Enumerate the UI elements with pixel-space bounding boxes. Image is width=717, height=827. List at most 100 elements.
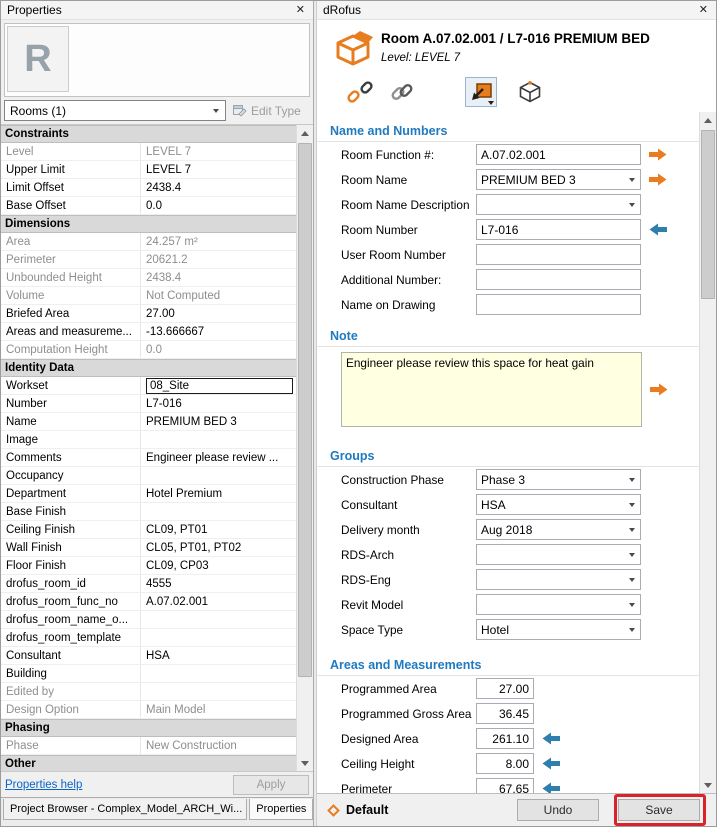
section-header-phasing[interactable]: Phasing xyxy=(1,719,296,737)
field-label: Programmed Gross Area xyxy=(341,707,476,721)
field-row-user-room-number: User Room Number xyxy=(317,242,699,267)
property-value-limit-offset[interactable]: 2438.4 xyxy=(141,179,296,196)
property-value-wall-finish[interactable]: CL05, PT01, PT02 xyxy=(141,539,296,556)
property-value-name[interactable]: PREMIUM BED 3 xyxy=(141,413,296,430)
link-icon[interactable] xyxy=(389,79,415,105)
note-textarea[interactable]: Engineer please review this space for he… xyxy=(341,352,642,427)
property-label: Base Offset xyxy=(1,197,141,214)
property-label: Areas and measureme... xyxy=(1,323,141,340)
property-value-base-offset[interactable]: 0.0 xyxy=(141,197,296,214)
scroll-thumb[interactable] xyxy=(298,143,312,677)
field-additional-number-input[interactable] xyxy=(476,269,641,290)
workset-edit-field[interactable]: 08_Site xyxy=(146,378,293,394)
property-value-occupancy[interactable] xyxy=(141,467,296,484)
property-value-comments[interactable]: Engineer please review ... xyxy=(141,449,296,466)
properties-scrollbar[interactable] xyxy=(296,125,313,771)
property-value-areas-and-measureme[interactable]: -13.666667 xyxy=(141,323,296,340)
undo-button[interactable]: Undo xyxy=(517,799,599,821)
property-value-drofus-room-func-no[interactable]: A.07.02.001 xyxy=(141,593,296,610)
scroll-track[interactable] xyxy=(700,128,716,777)
field-designed-area-input[interactable]: 261.10 xyxy=(476,728,534,749)
field-revit-model-select[interactable] xyxy=(476,594,641,615)
drofus-scrollbar[interactable] xyxy=(699,112,716,793)
close-icon[interactable]: ✕ xyxy=(697,4,710,17)
field-room-name-description-select[interactable] xyxy=(476,194,641,215)
properties-help-link[interactable]: Properties help xyxy=(5,779,82,791)
property-value-upper-limit[interactable]: LEVEL 7 xyxy=(141,161,296,178)
scroll-down-icon[interactable] xyxy=(700,777,716,793)
tab-project-browser-complex-model-arch-wi[interactable]: Project Browser - Complex_Model_ARCH_Wi.… xyxy=(3,799,247,820)
property-value-workset[interactable]: 08_Site xyxy=(141,377,296,394)
property-value-drofus-room-name-o[interactable] xyxy=(141,611,296,628)
field-construction-phase-select[interactable]: Phase 3 xyxy=(476,469,641,490)
orange-right-arrow-icon[interactable] xyxy=(650,383,668,396)
field-label: Space Type xyxy=(341,623,476,637)
scroll-up-icon[interactable] xyxy=(297,125,313,141)
field-value: Aug 2018 xyxy=(481,523,532,537)
property-value-consultant[interactable]: HSA xyxy=(141,647,296,664)
field-value: 36.45 xyxy=(499,707,529,721)
property-value-base-finish[interactable] xyxy=(141,503,296,520)
close-icon[interactable]: ✕ xyxy=(294,4,307,17)
field-value: PREMIUM BED 3 xyxy=(481,173,576,187)
scroll-thumb[interactable] xyxy=(701,130,715,299)
field-delivery-month-select[interactable]: Aug 2018 xyxy=(476,519,641,540)
scroll-track[interactable] xyxy=(297,141,313,755)
property-value-number[interactable]: L7-016 xyxy=(141,395,296,412)
field-label: Perimeter xyxy=(341,782,476,794)
edit-type-button[interactable]: Edit Type xyxy=(231,100,310,121)
field-user-room-number-input[interactable] xyxy=(476,244,641,265)
field-consultant-select[interactable]: HSA xyxy=(476,494,641,515)
field-name-on-drawing-input[interactable] xyxy=(476,294,641,315)
push-room-data-button[interactable] xyxy=(465,77,497,107)
scroll-up-icon[interactable] xyxy=(700,112,716,128)
drofus-panel-title: dRofus xyxy=(323,3,697,17)
field-rds-arch-select[interactable] xyxy=(476,544,641,565)
field-room-number-input[interactable]: L7-016 xyxy=(476,219,641,240)
field-label: Ceiling Height xyxy=(341,757,476,771)
property-value-drofus-room-template[interactable] xyxy=(141,629,296,646)
property-label: Ceiling Finish xyxy=(1,521,141,538)
blue-left-arrow-icon[interactable] xyxy=(649,223,667,236)
apply-button[interactable]: Apply xyxy=(233,775,309,795)
chevron-down-icon xyxy=(625,471,639,488)
blue-left-arrow-icon[interactable] xyxy=(542,782,560,793)
tab-properties[interactable]: Properties xyxy=(249,799,313,820)
orange-right-arrow-icon[interactable] xyxy=(649,173,667,186)
field-room-function-input[interactable]: A.07.02.001 xyxy=(476,144,641,165)
field-label: Construction Phase xyxy=(341,473,476,487)
drofus-model-icon[interactable] xyxy=(517,79,543,105)
field-space-type-select[interactable]: Hotel xyxy=(476,619,641,640)
property-label: drofus_room_id xyxy=(1,575,141,592)
property-value-drofus-room-id[interactable]: 4555 xyxy=(141,575,296,592)
field-programmed-area-input[interactable]: 27.00 xyxy=(476,678,534,699)
field-perimeter-input[interactable]: 67.65 xyxy=(476,778,534,793)
property-row-edited-by: Edited by xyxy=(1,683,296,701)
field-room-name-select[interactable]: PREMIUM BED 3 xyxy=(476,169,641,190)
property-row-upper-limit: Upper LimitLEVEL 7 xyxy=(1,161,296,179)
property-value-image[interactable] xyxy=(141,431,296,448)
field-programmed-gross-area-input[interactable]: 36.45 xyxy=(476,703,534,724)
field-label: RDS-Eng xyxy=(341,573,476,587)
type-select[interactable]: Rooms (1) xyxy=(4,100,226,121)
property-value-floor-finish[interactable]: CL09, CP03 xyxy=(141,557,296,574)
default-label[interactable]: Default xyxy=(346,803,388,817)
scroll-down-icon[interactable] xyxy=(297,755,313,771)
save-button[interactable]: Save xyxy=(618,799,700,821)
section-header-identity-data[interactable]: Identity Data xyxy=(1,359,296,377)
section-header-constraints[interactable]: Constraints xyxy=(1,125,296,143)
section-header-other[interactable]: Other xyxy=(1,755,296,771)
blue-left-arrow-icon[interactable] xyxy=(542,757,560,770)
section-header-dimensions[interactable]: Dimensions xyxy=(1,215,296,233)
orange-right-arrow-icon[interactable] xyxy=(649,148,667,161)
property-value-building[interactable] xyxy=(141,665,296,682)
field-rds-eng-select[interactable] xyxy=(476,569,641,590)
property-row-drofus-room-id: drofus_room_id4555 xyxy=(1,575,296,593)
property-value-department[interactable]: Hotel Premium xyxy=(141,485,296,502)
field-ceiling-height-input[interactable]: 8.00 xyxy=(476,753,534,774)
blue-left-arrow-icon[interactable] xyxy=(542,732,560,745)
property-value-ceiling-finish[interactable]: CL09, PT01 xyxy=(141,521,296,538)
field-row-revit-model: Revit Model xyxy=(317,592,699,617)
broken-link-icon[interactable] xyxy=(347,79,373,105)
property-value-briefed-area[interactable]: 27.00 xyxy=(141,305,296,322)
